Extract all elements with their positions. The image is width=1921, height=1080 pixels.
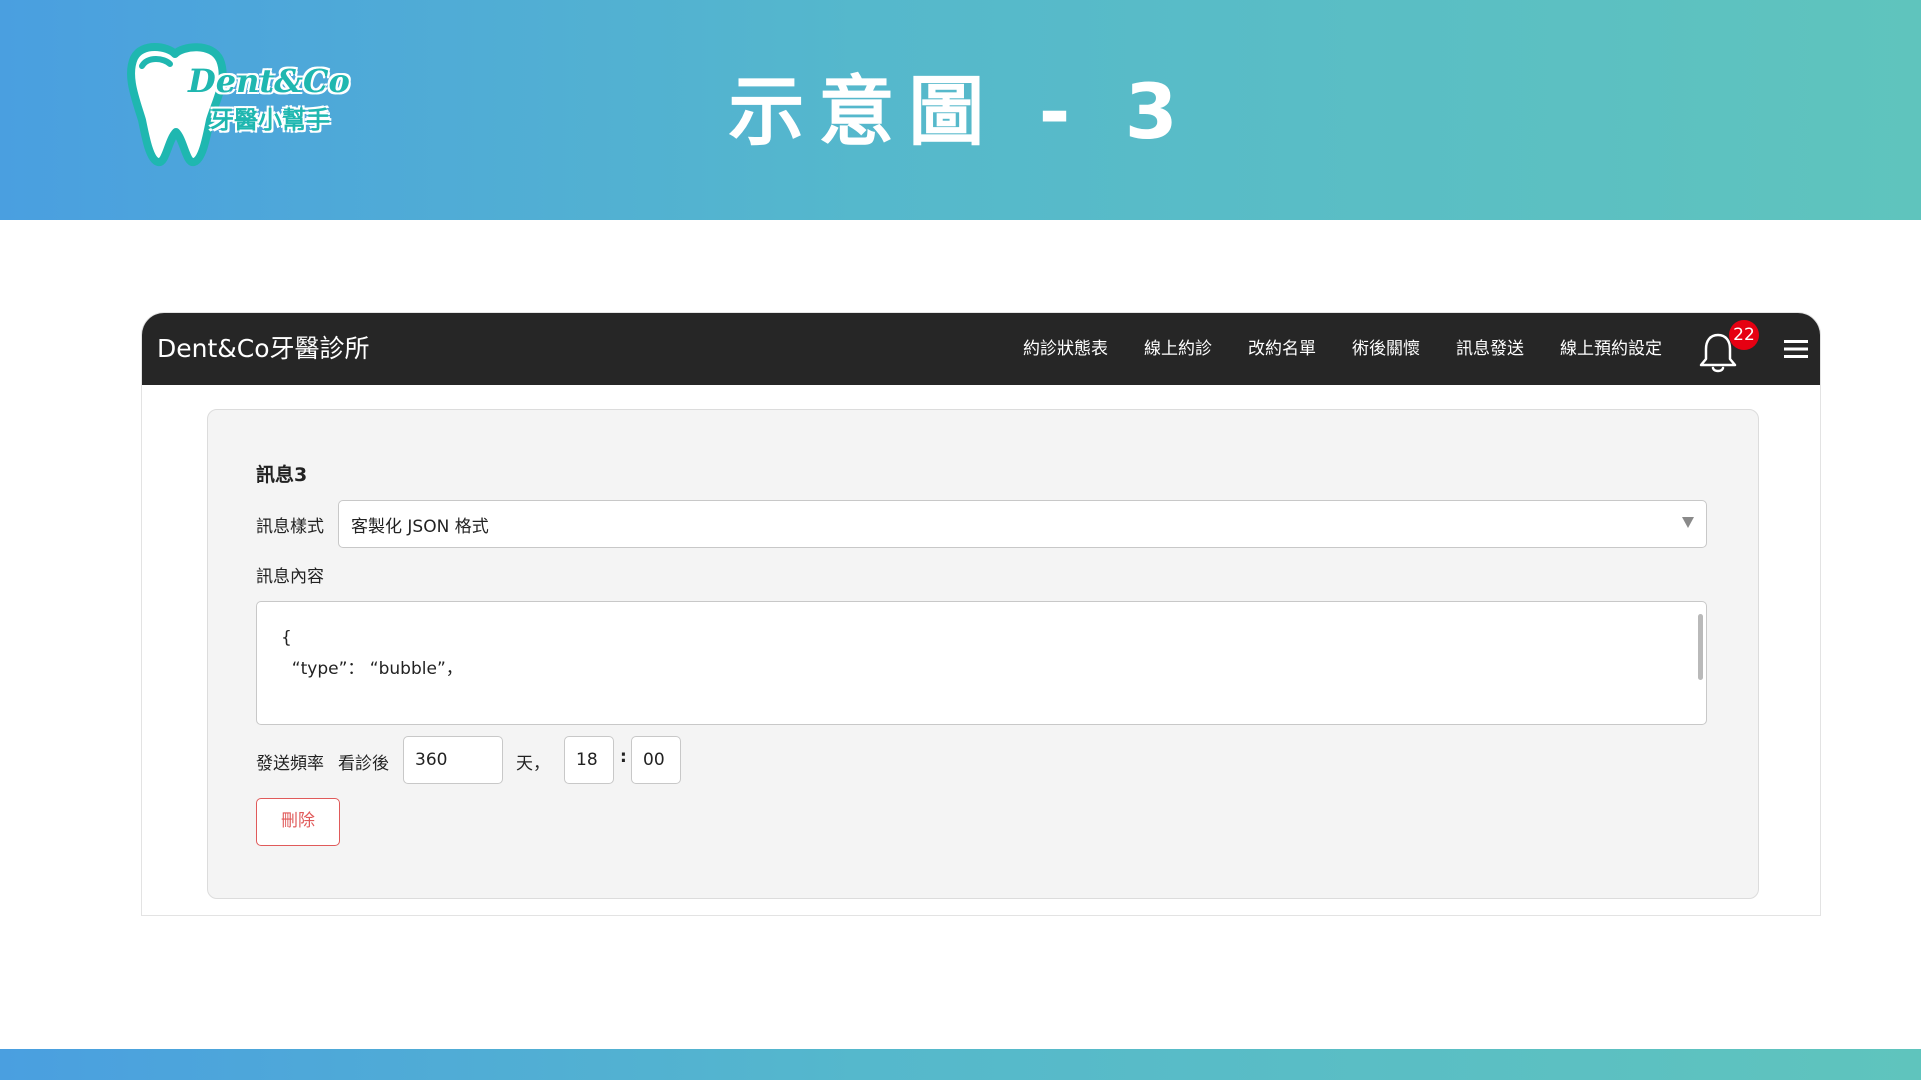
message-content-textarea[interactable]: { “type”： “bubble”，: [256, 601, 1707, 725]
frequency-label: 發送頻率: [256, 754, 324, 774]
nav-online-booking[interactable]: 線上約診: [1144, 335, 1212, 363]
time-separator: :: [620, 747, 627, 767]
message-style-select[interactable]: 客製化 JSON 格式: [338, 500, 1707, 548]
content-line-2: “type”： “bubble”，: [281, 659, 463, 679]
slide-title: 示意圖 - 3: [728, 67, 1192, 156]
minute-input[interactable]: 00: [631, 736, 681, 784]
nav-booking-settings[interactable]: 線上預約設定: [1560, 335, 1662, 363]
slide-header-band: Dent&Co 牙醫小幫手 示意圖 - 3: [0, 0, 1921, 220]
message-content-label: 訊息內容: [256, 567, 324, 587]
after-visit-label: 看診後: [338, 754, 389, 774]
hour-input[interactable]: 18: [564, 736, 614, 784]
slide-footer-band: [0, 1049, 1921, 1080]
nav-message-sending[interactable]: 訊息發送: [1456, 335, 1524, 363]
hamburger-icon: [1784, 340, 1808, 358]
top-navbar: Dent&Co牙醫診所 約診狀態表 線上約診 改約名單 術後關懷 訊息發送 線上…: [142, 313, 1820, 385]
message-title: 訊息3: [256, 464, 308, 486]
message-style-label: 訊息樣式: [256, 517, 324, 537]
dentco-logo: Dent&Co 牙醫小幫手: [120, 40, 350, 170]
notification-count-badge: 22: [1729, 320, 1759, 350]
clinic-brand[interactable]: Dent&Co牙醫診所: [157, 331, 370, 367]
days-unit-label: 天，: [516, 754, 550, 774]
nav-appointment-status[interactable]: 約診狀態表: [1023, 335, 1108, 363]
nav-rescheduled-list[interactable]: 改約名單: [1248, 335, 1316, 363]
dropdown-arrow-icon: [1682, 517, 1694, 528]
hamburger-menu-button[interactable]: [1782, 335, 1810, 363]
content-area: 訊息3 訊息樣式 客製化 JSON 格式 訊息內容 { “type”： “bub…: [142, 385, 1820, 915]
delete-button[interactable]: 刪除: [256, 798, 340, 846]
nav-post-op-care[interactable]: 術後關懷: [1352, 335, 1420, 363]
nav-links: 約診狀態表 線上約診 改約名單 術後關懷 訊息發送 線上預約設定: [987, 335, 1662, 363]
message-style-value: 客製化 JSON 格式: [351, 517, 489, 537]
logo-subtitle: 牙醫小幫手: [210, 106, 330, 134]
message-panel: 訊息3 訊息樣式 客製化 JSON 格式 訊息內容 { “type”： “bub…: [207, 409, 1759, 899]
app-window: Dent&Co牙醫診所 約診狀態表 線上約診 改約名單 術後關懷 訊息發送 線上…: [142, 313, 1820, 915]
days-input[interactable]: 360: [403, 736, 503, 784]
content-line-1: {: [281, 628, 292, 648]
textarea-scrollbar[interactable]: [1698, 614, 1703, 680]
logo-wordmark: Dent&Co: [188, 62, 350, 100]
